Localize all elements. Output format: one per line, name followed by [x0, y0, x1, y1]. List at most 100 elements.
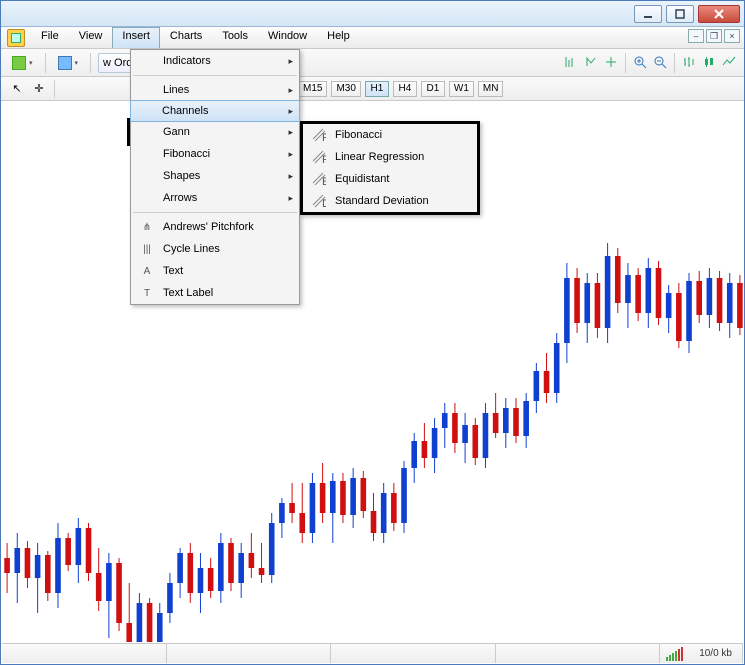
mdi-close-button[interactable]: × [724, 29, 740, 43]
blank-icon [139, 82, 155, 98]
menu-help[interactable]: Help [317, 27, 360, 48]
menu-item-andrews-pitchfork[interactable]: ⋔ Andrews' Pitchfork [131, 216, 299, 238]
app-icon [7, 29, 25, 47]
menu-item-label: Lines [163, 84, 189, 96]
blank-icon [138, 103, 154, 119]
close-button[interactable] [698, 5, 740, 23]
submenu-arrow-icon: ▸ [288, 171, 293, 182]
submenu-item-label: Fibonacci [335, 129, 382, 141]
menu-item-label: Text Label [163, 287, 213, 299]
toolbar-main: ▾ ▾ w Order Expert Advisors [1, 49, 744, 77]
zoom-in-icon[interactable] [631, 53, 649, 71]
cursor-icon[interactable]: ↖ [7, 80, 27, 98]
timeframe-d1[interactable]: D1 [421, 81, 445, 97]
separator [90, 53, 91, 73]
textlabel-icon: T [139, 285, 155, 301]
menu-tools[interactable]: Tools [212, 27, 258, 48]
mdi-minimize-button[interactable]: – [688, 29, 704, 43]
separator [54, 80, 55, 98]
menu-item-label: Cycle Lines [163, 243, 220, 255]
channel-r-icon: R [311, 149, 327, 165]
toolbar-tools: ↖ ✛ M1 M5 M15 M30 H1 H4 D1 W1 MN [1, 77, 744, 101]
menu-insert[interactable]: Insert [112, 27, 160, 48]
zoom-out-icon[interactable] [651, 53, 669, 71]
menu-item-text[interactable]: A Text [131, 260, 299, 282]
menu-charts[interactable]: Charts [160, 27, 212, 48]
insert-dropdown: Indicators▸Lines▸Channels▸Gann▸Fibonacci… [130, 49, 300, 305]
channels-submenu: F Fibonacci R Linear Regression E Equidistant… [300, 121, 480, 215]
menu-item-label: Andrews' Pitchfork [163, 221, 254, 233]
text-icon: A [139, 263, 155, 279]
connection-kb-label: 10/0 kb [689, 648, 742, 659]
blank-icon [139, 168, 155, 184]
status-connection: 10/0 kb [660, 644, 743, 663]
svg-text:D: D [322, 198, 326, 208]
submenu-item-label: Standard Deviation [335, 195, 429, 207]
submenu-arrow-icon: ▸ [288, 106, 293, 117]
submenu-item-equidistant[interactable]: E Equidistant [303, 168, 477, 190]
statusbar: 10/0 kb [2, 643, 743, 663]
pitchfork-icon: ⋔ [139, 219, 155, 235]
app-window: File View Insert Charts Tools Window Hel… [0, 0, 745, 665]
submenu-item-fibonacci[interactable]: F Fibonacci [303, 124, 477, 146]
svg-text:E: E [322, 176, 326, 186]
menu-item-channels[interactable]: Channels ▸ [130, 100, 300, 122]
timeframe-w1[interactable]: W1 [449, 81, 474, 97]
blank-icon [139, 190, 155, 206]
connection-bars-icon [660, 647, 689, 661]
status-cell [167, 644, 332, 663]
menu-item-label: Channels [162, 105, 208, 117]
templates-icon[interactable] [602, 53, 620, 71]
menu-item-fibonacci[interactable]: Fibonacci ▸ [131, 143, 299, 165]
menu-item-cycle-lines[interactable]: ||| Cycle Lines [131, 238, 299, 260]
minimize-button[interactable] [634, 5, 662, 23]
menubar: File View Insert Charts Tools Window Hel… [1, 27, 744, 49]
timeframe-m30[interactable]: M30 [331, 81, 360, 97]
channel-e-icon: E [311, 171, 327, 187]
submenu-arrow-icon: ▸ [288, 127, 293, 138]
mdi-restore-button[interactable]: ❐ [706, 29, 722, 43]
menu-window[interactable]: Window [258, 27, 317, 48]
svg-text:R: R [322, 154, 326, 164]
menu-item-label: Gann [163, 126, 190, 138]
menu-item-shapes[interactable]: Shapes▸ [131, 165, 299, 187]
menu-item-indicators[interactable]: Indicators ▸ [131, 50, 299, 72]
menu-item-gann[interactable]: Gann ▸ [131, 121, 299, 143]
menu-item-arrows[interactable]: Arrows▸ [131, 187, 299, 209]
timeframe-h1[interactable]: H1 [365, 81, 389, 97]
menu-item-lines[interactable]: Lines ▸ [131, 79, 299, 101]
submenu-item-label: Equidistant [335, 173, 389, 185]
line-chart-icon[interactable] [720, 53, 738, 71]
blank-icon [139, 124, 155, 140]
maximize-button[interactable] [666, 5, 694, 23]
periodicity-icon[interactable] [582, 53, 600, 71]
menu-item-text-label[interactable]: T Text Label [131, 282, 299, 304]
timeframe-m15[interactable]: M15 [298, 81, 327, 97]
crosshair-icon[interactable]: ✛ [29, 80, 49, 98]
separator [45, 53, 46, 73]
submenu-arrow-icon: ▸ [288, 85, 293, 96]
candle-chart-icon[interactable] [700, 53, 718, 71]
profiles-button[interactable]: ▾ [53, 53, 84, 73]
channel-f-icon: F [311, 127, 327, 143]
submenu-arrow-icon: ▸ [288, 56, 293, 67]
indicator-list-icon[interactable] [562, 53, 580, 71]
submenu-item-label: Linear Regression [335, 151, 424, 163]
submenu-item-linear-regression[interactable]: R Linear Regression [303, 146, 477, 168]
menu-item-label: Indicators [163, 55, 211, 67]
bar-chart-icon[interactable] [680, 53, 698, 71]
menu-item-label: Fibonacci [163, 148, 210, 160]
svg-text:F: F [322, 132, 326, 142]
timeframe-h4[interactable]: H4 [393, 81, 417, 97]
titlebar [1, 1, 744, 27]
submenu-arrow-icon: ▸ [288, 193, 293, 204]
menu-file[interactable]: File [31, 27, 69, 48]
menu-item-label: Text [163, 265, 183, 277]
cycle-icon: ||| [139, 241, 155, 257]
submenu-arrow-icon: ▸ [288, 149, 293, 160]
new-chart-button[interactable]: ▾ [7, 53, 38, 73]
separator [625, 53, 626, 73]
menu-view[interactable]: View [69, 27, 113, 48]
submenu-item-standard-deviation[interactable]: D Standard Deviation [303, 190, 477, 212]
timeframe-mn[interactable]: MN [478, 81, 504, 97]
